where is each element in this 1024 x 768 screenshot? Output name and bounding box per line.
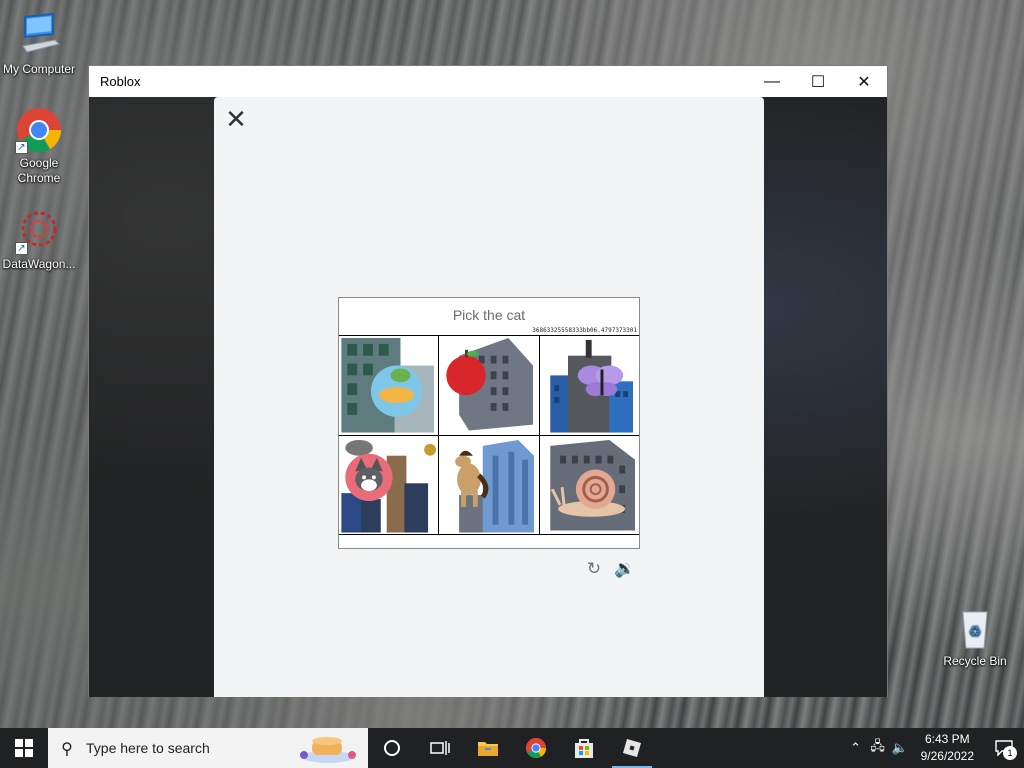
close-modal-button[interactable]: ✕ <box>224 107 248 133</box>
desktop-icon-label: Google Chrome <box>17 156 61 185</box>
svg-text:♻: ♻ <box>969 624 982 640</box>
butterfly-icon <box>549 339 633 433</box>
folder-icon <box>478 742 498 756</box>
taskbar: ⚲ Type here to search ⌃ 🖧 🔈 6:43 PM 9/26… <box>0 728 1024 768</box>
minimize-button[interactable]: — <box>749 66 795 97</box>
desktop-icon-google-chrome[interactable]: ↗ Google Chrome <box>1 106 77 186</box>
windows-logo-icon <box>15 739 33 757</box>
desktop-icon-label: Recycle Bin <box>943 654 1007 668</box>
captcha-grid <box>339 335 639 535</box>
network-icon[interactable]: 🖧 <box>867 737 889 759</box>
desktop-icon-label: My Computer <box>2 62 76 76</box>
start-button[interactable] <box>0 728 48 768</box>
taskbar-search-box[interactable]: ⚲ Type here to search <box>48 728 368 768</box>
roblox-window: Roblox — ☐ ✕ ✕ Pick the cat 368633255583… <box>88 65 888 697</box>
chrome-icon <box>525 737 547 759</box>
search-placeholder: Type here to search <box>86 740 210 756</box>
roblox-icon <box>623 739 641 757</box>
captcha-tools: ↻ 🔉 <box>584 559 635 579</box>
roblox-content-area: ✕ Pick the cat 36863325558333bb06.479737… <box>89 97 887 697</box>
clock-date: 9/26/2022 <box>920 749 974 763</box>
captcha-panel: Pick the cat 36863325558333bb06.47973733… <box>338 297 640 549</box>
duck-icon <box>341 337 434 433</box>
chevron-up-icon[interactable]: ⌃ <box>845 741 867 756</box>
close-window-button[interactable]: ✕ <box>841 66 887 97</box>
recycle-bin-icon: ♻ <box>951 604 999 652</box>
cat-icon <box>341 439 436 533</box>
computer-icon <box>15 12 63 60</box>
desktop-icon-datawagon[interactable]: ↗ DataWagon... <box>1 207 77 272</box>
taskbar-store-button[interactable] <box>560 728 608 768</box>
captcha-id-code: 36863325558333bb06.4797373301 <box>532 327 637 334</box>
window-titlebar[interactable]: Roblox — ☐ ✕ <box>89 66 887 97</box>
apple-icon <box>446 337 534 431</box>
captcha-tile-cat[interactable] <box>339 435 439 534</box>
clock-time: 6:43 PM <box>924 732 970 746</box>
taskbar-clock[interactable]: 6:43 PM 9/26/2022 <box>911 731 984 765</box>
captcha-modal: ✕ Pick the cat 36863325558333bb06.479737… <box>214 97 764 697</box>
shortcut-arrow-icon: ↗ <box>15 141 28 154</box>
horse-icon <box>455 439 535 533</box>
action-center-button[interactable]: 1 <box>984 728 1024 768</box>
shortcut-arrow-icon: ↗ <box>15 242 28 255</box>
captcha-tile-duck[interactable] <box>339 336 439 435</box>
taskbar-chrome-button[interactable] <box>512 728 560 768</box>
captcha-tile-apple[interactable] <box>439 336 539 435</box>
taskbar-task-view-button[interactable] <box>416 728 464 768</box>
desktop-icon-recycle-bin[interactable]: ♻ Recycle Bin <box>937 604 1013 669</box>
desktop-icon-label: DataWagon... <box>2 257 76 271</box>
search-highlight-art-icon <box>300 737 356 763</box>
taskbar-cortana-button[interactable] <box>368 728 416 768</box>
chrome-icon: ↗ <box>15 106 63 154</box>
audio-icon[interactable]: 🔉 <box>614 559 635 579</box>
search-icon: ⚲ <box>61 738 73 758</box>
desktop-icon-my-computer[interactable]: My Computer <box>1 12 77 77</box>
taskbar-roblox-button[interactable] <box>608 728 656 768</box>
refresh-icon[interactable]: ↻ <box>584 559 604 579</box>
maximize-button[interactable]: ☐ <box>795 66 841 97</box>
datawagon-icon: ↗ <box>15 207 63 255</box>
store-bag-icon <box>575 739 593 758</box>
captcha-tile-horse[interactable] <box>439 435 539 534</box>
cortana-icon <box>384 740 400 756</box>
system-tray: ⌃ 🖧 🔈 6:43 PM 9/26/2022 1 <box>845 728 1024 768</box>
task-view-icon <box>430 741 450 755</box>
taskbar-file-explorer-button[interactable] <box>464 728 512 768</box>
notification-count-badge: 1 <box>1003 746 1017 760</box>
captcha-tile-butterfly[interactable] <box>539 336 639 435</box>
captcha-tile-snail[interactable] <box>539 435 639 534</box>
window-title: Roblox <box>100 74 141 89</box>
snail-icon <box>549 439 635 531</box>
volume-icon[interactable]: 🔈 <box>889 741 911 756</box>
